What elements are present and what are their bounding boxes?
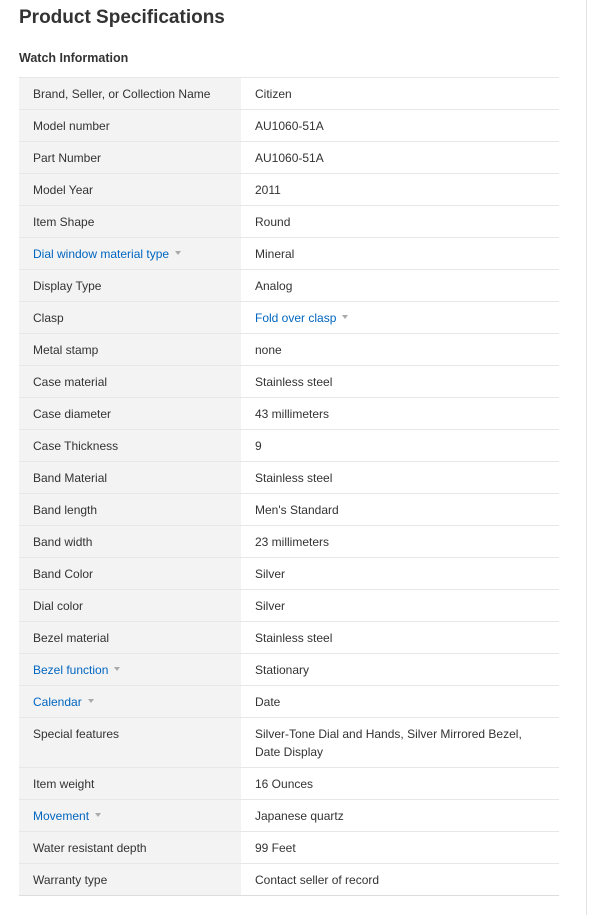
spec-row-dial-color: Dial color Silver <box>19 589 559 622</box>
spec-value: Contact seller of record <box>241 863 559 896</box>
spec-row-dial-window-material: Dial window material type Mineral <box>19 237 559 270</box>
spec-label: Band length <box>19 493 241 526</box>
caret-down-icon[interactable] <box>114 666 121 671</box>
spec-label: Band width <box>19 525 241 558</box>
spec-value: Stainless steel <box>241 621 559 654</box>
spec-label: Band Material <box>19 461 241 494</box>
section-title: Watch Information <box>19 51 129 65</box>
bezel-function-link[interactable]: Bezel function <box>33 663 108 677</box>
spec-row-band-material: Band Material Stainless steel <box>19 461 559 494</box>
spec-value: 23 millimeters <box>241 525 559 558</box>
spec-label-cell: Calendar <box>19 685 241 718</box>
spec-row-model-year: Model Year 2011 <box>19 173 559 206</box>
spec-table: Brand, Seller, or Collection Name Citize… <box>19 77 559 896</box>
spec-label: Model number <box>19 109 241 142</box>
spec-value: Stainless steel <box>241 365 559 398</box>
dial-window-material-link[interactable]: Dial window material type <box>33 247 169 261</box>
spec-value: Silver <box>241 589 559 622</box>
spec-label: Water resistant depth <box>19 831 241 864</box>
spec-row-model-number: Model number AU1060-51A <box>19 109 559 142</box>
spec-row-case-material: Case material Stainless steel <box>19 365 559 398</box>
spec-label: Case material <box>19 365 241 398</box>
spec-row-band-width: Band width 23 millimeters <box>19 525 559 558</box>
caret-down-icon[interactable] <box>87 698 94 703</box>
spec-value: 43 millimeters <box>241 397 559 430</box>
spec-value: Stationary <box>241 653 559 686</box>
spec-value: 2011 <box>241 173 559 206</box>
spec-value: Silver <box>241 557 559 590</box>
spec-label: Item weight <box>19 767 241 800</box>
spec-value: Citizen <box>241 77 559 110</box>
caret-down-icon[interactable] <box>175 250 182 255</box>
spec-label-cell: Dial window material type <box>19 237 241 270</box>
spec-value: Analog <box>241 269 559 302</box>
spec-label: Metal stamp <box>19 333 241 366</box>
spec-label-cell: Bezel function <box>19 653 241 686</box>
spec-label: Part Number <box>19 141 241 174</box>
right-divider <box>586 0 587 915</box>
page-title: Product Specifications <box>19 7 225 28</box>
spec-value: Silver-Tone Dial and Hands, Silver Mirro… <box>241 717 559 768</box>
spec-label: Display Type <box>19 269 241 302</box>
spec-row-metal-stamp: Metal stamp none <box>19 333 559 366</box>
spec-row-case-thickness: Case Thickness 9 <box>19 429 559 462</box>
spec-value: Mineral <box>241 237 559 270</box>
spec-row-display-type: Display Type Analog <box>19 269 559 302</box>
spec-row-band-length: Band length Men's Standard <box>19 493 559 526</box>
calendar-link[interactable]: Calendar <box>33 695 82 709</box>
spec-label: Dial color <box>19 589 241 622</box>
spec-label: Item Shape <box>19 205 241 238</box>
spec-value: none <box>241 333 559 366</box>
spec-row-band-color: Band Color Silver <box>19 557 559 590</box>
spec-label: Bezel material <box>19 621 241 654</box>
spec-value: Men's Standard <box>241 493 559 526</box>
spec-row-water-resistant-depth: Water resistant depth 99 Feet <box>19 831 559 864</box>
spec-label-cell: Movement <box>19 799 241 832</box>
spec-row-warranty-type: Warranty type Contact seller of record <box>19 863 559 896</box>
spec-label: Clasp <box>19 301 241 334</box>
caret-down-icon[interactable] <box>342 314 349 319</box>
spec-value: Japanese quartz <box>241 799 559 832</box>
movement-link[interactable]: Movement <box>33 809 89 823</box>
spec-value: AU1060-51A <box>241 141 559 174</box>
spec-value: AU1060-51A <box>241 109 559 142</box>
spec-value: 16 Ounces <box>241 767 559 800</box>
spec-label: Model Year <box>19 173 241 206</box>
spec-row-case-diameter: Case diameter 43 millimeters <box>19 397 559 430</box>
spec-value: 99 Feet <box>241 831 559 864</box>
caret-down-icon[interactable] <box>95 812 102 817</box>
spec-label: Brand, Seller, or Collection Name <box>19 77 241 110</box>
spec-label: Case diameter <box>19 397 241 430</box>
spec-row-bezel-material: Bezel material Stainless steel <box>19 621 559 654</box>
spec-row-brand: Brand, Seller, or Collection Name Citize… <box>19 77 559 110</box>
spec-row-calendar: Calendar Date <box>19 685 559 718</box>
spec-row-part-number: Part Number AU1060-51A <box>19 141 559 174</box>
spec-row-clasp: Clasp Fold over clasp <box>19 301 559 334</box>
spec-label: Warranty type <box>19 863 241 896</box>
spec-label: Case Thickness <box>19 429 241 462</box>
spec-row-special-features: Special features Silver-Tone Dial and Ha… <box>19 717 559 768</box>
spec-row-item-shape: Item Shape Round <box>19 205 559 238</box>
spec-label: Special features <box>19 717 241 768</box>
spec-value: 9 <box>241 429 559 462</box>
clasp-link[interactable]: Fold over clasp <box>255 311 336 325</box>
spec-value-cell: Fold over clasp <box>241 301 559 334</box>
spec-row-movement: Movement Japanese quartz <box>19 799 559 832</box>
spec-row-item-weight: Item weight 16 Ounces <box>19 767 559 800</box>
spec-value: Round <box>241 205 559 238</box>
spec-value: Stainless steel <box>241 461 559 494</box>
spec-label: Band Color <box>19 557 241 590</box>
spec-row-bezel-function: Bezel function Stationary <box>19 653 559 686</box>
spec-value: Date <box>241 685 559 718</box>
